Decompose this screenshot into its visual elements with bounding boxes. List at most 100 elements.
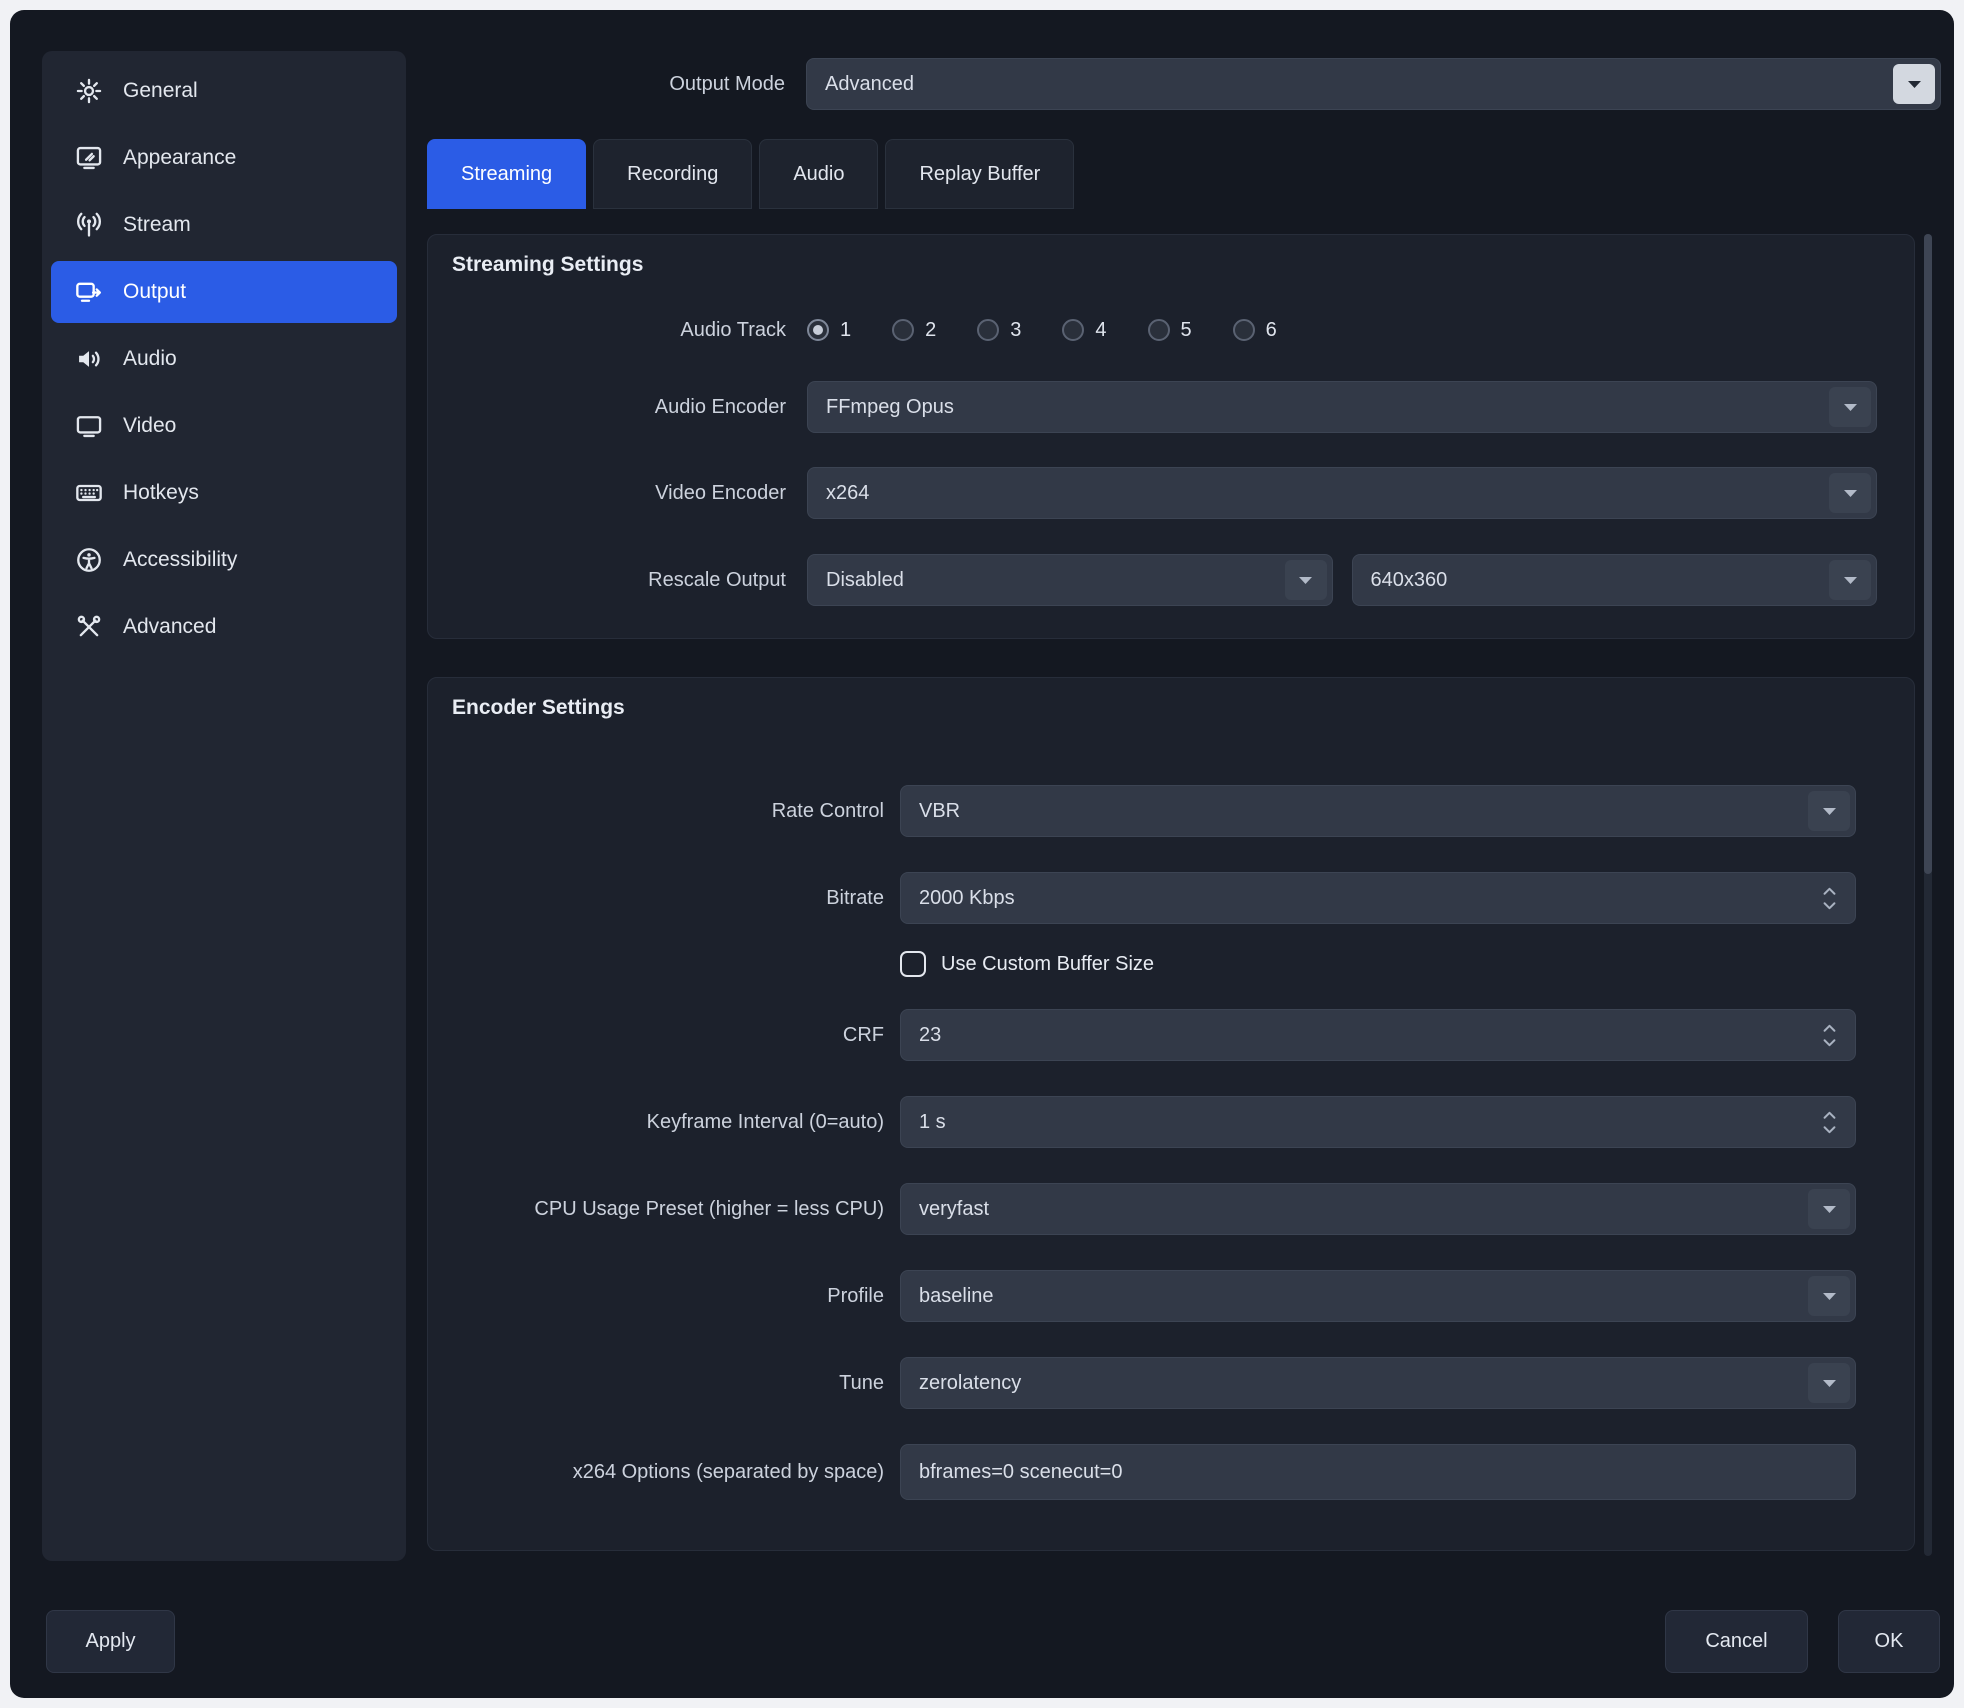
- tab-streaming[interactable]: Streaming: [427, 139, 586, 209]
- profile-label: Profile: [428, 1285, 884, 1308]
- keyframe-interval-label: Keyframe Interval (0=auto): [428, 1111, 884, 1134]
- sidebar-item-label: Video: [123, 414, 176, 438]
- monitor-icon: [75, 412, 103, 440]
- chevron-down-icon: [1808, 1189, 1850, 1229]
- use-custom-buffer-checkbox[interactable]: [900, 951, 926, 977]
- cpu-usage-preset-dropdown[interactable]: veryfast: [900, 1183, 1856, 1235]
- encoder-settings-group: Encoder Settings Rate Control VBR Bitrat…: [427, 677, 1915, 1551]
- rate-control-dropdown[interactable]: VBR: [900, 785, 1856, 837]
- rescale-output-dropdown[interactable]: Disabled: [807, 554, 1333, 606]
- scrollbar-handle[interactable]: [1924, 234, 1932, 874]
- bitrate-value: 2000 Kbps: [919, 887, 1015, 910]
- bitrate-label: Bitrate: [428, 887, 884, 910]
- tab-label: Streaming: [461, 163, 552, 186]
- settings-dialog: General Appearance Stream Output Audio: [10, 10, 1954, 1698]
- decrement-button[interactable]: [1822, 1038, 1837, 1047]
- accessibility-icon: [75, 546, 103, 574]
- output-mode-dropdown[interactable]: Advanced: [806, 58, 1941, 110]
- sidebar-item-video[interactable]: Video: [51, 395, 397, 457]
- rescale-resolution-dropdown[interactable]: 640x360: [1352, 554, 1878, 606]
- rate-control-label: Rate Control: [428, 800, 884, 823]
- tab-recording[interactable]: Recording: [593, 139, 752, 209]
- apply-button[interactable]: Apply: [46, 1610, 175, 1673]
- sidebar-item-audio[interactable]: Audio: [51, 328, 397, 390]
- chevron-down-icon: [1829, 387, 1871, 427]
- x264-options-input[interactable]: bframes=0 scenecut=0: [900, 1444, 1856, 1500]
- cpu-usage-preset-label: CPU Usage Preset (higher = less CPU): [428, 1198, 884, 1221]
- group-title: Streaming Settings: [428, 235, 1914, 279]
- tab-audio[interactable]: Audio: [759, 139, 878, 209]
- spinner-buttons: [1808, 878, 1850, 918]
- radio-label: 1: [840, 319, 851, 342]
- tune-dropdown[interactable]: zerolatency: [900, 1357, 1856, 1409]
- tune-value: zerolatency: [919, 1372, 1021, 1395]
- sidebar-item-label: Stream: [123, 213, 191, 237]
- decrement-button[interactable]: [1822, 901, 1837, 910]
- use-custom-buffer-label: Use Custom Buffer Size: [941, 953, 1154, 976]
- sidebar-item-appearance[interactable]: Appearance: [51, 127, 397, 189]
- sidebar-item-accessibility[interactable]: Accessibility: [51, 529, 397, 591]
- sidebar-item-label: Accessibility: [123, 548, 237, 572]
- output-icon: [75, 278, 103, 306]
- radio-button: [977, 319, 999, 341]
- x264-options-value: bframes=0 scenecut=0: [919, 1461, 1122, 1484]
- profile-dropdown[interactable]: baseline: [900, 1270, 1856, 1322]
- tab-label: Audio: [793, 163, 844, 186]
- radio-label: 3: [1010, 319, 1021, 342]
- increment-button[interactable]: [1822, 1111, 1837, 1120]
- radio-label: 4: [1095, 319, 1106, 342]
- sidebar-item-general[interactable]: General: [51, 60, 397, 122]
- cancel-button[interactable]: Cancel: [1665, 1610, 1808, 1673]
- sidebar-item-advanced[interactable]: Advanced: [51, 596, 397, 658]
- audio-encoder-dropdown[interactable]: FFmpeg Opus: [807, 381, 1877, 433]
- sidebar: General Appearance Stream Output Audio: [42, 51, 406, 1561]
- spinner-buttons: [1808, 1015, 1850, 1055]
- output-mode-label: Output Mode: [427, 73, 785, 96]
- radio-track-4[interactable]: 4: [1062, 319, 1106, 342]
- output-mode-value: Advanced: [825, 73, 914, 96]
- cpu-usage-preset-value: veryfast: [919, 1198, 989, 1221]
- bitrate-spinner[interactable]: 2000 Kbps: [900, 872, 1856, 924]
- decrement-button[interactable]: [1822, 1125, 1837, 1134]
- video-encoder-dropdown[interactable]: x264: [807, 467, 1877, 519]
- sidebar-item-stream[interactable]: Stream: [51, 194, 397, 256]
- tab-label: Recording: [627, 163, 718, 186]
- crf-label: CRF: [428, 1024, 884, 1047]
- x264-options-label: x264 Options (separated by space): [428, 1461, 884, 1484]
- increment-button[interactable]: [1822, 887, 1837, 896]
- increment-button[interactable]: [1822, 1024, 1837, 1033]
- tab-replay-buffer[interactable]: Replay Buffer: [885, 139, 1074, 209]
- tools-icon: [75, 613, 103, 641]
- radio-label: 5: [1181, 319, 1192, 342]
- radio-track-1[interactable]: 1: [807, 319, 851, 342]
- keyframe-interval-spinner[interactable]: 1 s: [900, 1096, 1856, 1148]
- ok-button[interactable]: OK: [1838, 1610, 1940, 1673]
- keyboard-icon: [75, 479, 103, 507]
- sidebar-item-hotkeys[interactable]: Hotkeys: [51, 462, 397, 524]
- gear-icon: [75, 77, 103, 105]
- chevron-down-icon: [1829, 560, 1871, 600]
- vertical-scrollbar[interactable]: [1924, 234, 1932, 1556]
- crf-value: 23: [919, 1024, 941, 1047]
- radio-track-5[interactable]: 5: [1148, 319, 1192, 342]
- sidebar-item-output[interactable]: Output: [51, 261, 397, 323]
- sidebar-item-label: Advanced: [123, 615, 216, 639]
- tune-label: Tune: [428, 1372, 884, 1395]
- audio-track-radio-group: 1 2 3 4 5 6: [807, 315, 1877, 345]
- rate-control-value: VBR: [919, 800, 960, 823]
- radio-button: [1148, 319, 1170, 341]
- chevron-down-icon: [1808, 1276, 1850, 1316]
- sidebar-item-label: Hotkeys: [123, 481, 199, 505]
- group-title: Encoder Settings: [428, 678, 1914, 722]
- radio-track-3[interactable]: 3: [977, 319, 1021, 342]
- radio-track-2[interactable]: 2: [892, 319, 936, 342]
- rescale-output-value: Disabled: [826, 569, 904, 592]
- video-encoder-value: x264: [826, 482, 869, 505]
- sidebar-item-label: Audio: [123, 347, 177, 371]
- radio-track-6[interactable]: 6: [1233, 319, 1277, 342]
- chevron-down-icon: [1829, 473, 1871, 513]
- crf-spinner[interactable]: 23: [900, 1009, 1856, 1061]
- speaker-icon: [75, 345, 103, 373]
- sidebar-item-label: General: [123, 79, 198, 103]
- radio-label: 2: [925, 319, 936, 342]
